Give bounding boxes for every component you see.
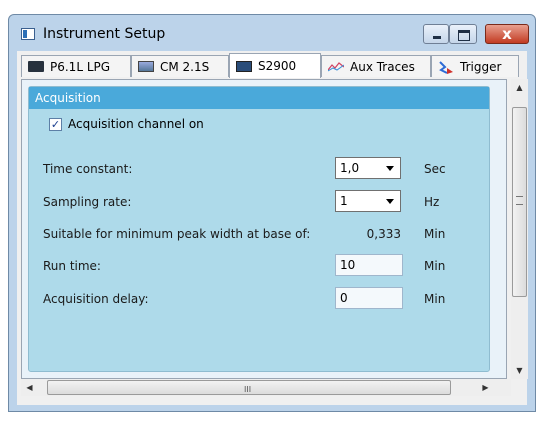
acquisition-header: Acquisition (29, 87, 489, 109)
run-time-unit: Min (424, 259, 446, 273)
time-constant-unit: Sec (424, 162, 446, 176)
time-constant-label: Time constant: (43, 162, 133, 176)
run-time-input[interactable]: 10 (335, 254, 403, 276)
close-icon: x (502, 25, 512, 43)
tab-label: CM 2.1S (160, 59, 210, 74)
time-constant-select[interactable]: 1,0 (335, 157, 401, 179)
detector-icon (236, 60, 252, 72)
acquisition-delay-input[interactable]: 0 (335, 287, 403, 309)
device-icon (28, 61, 44, 72)
client-area: P6.1L LPG CM 2.1S S2900 Aux Traces Trigg… (17, 51, 528, 405)
tab-trigger[interactable]: Trigger (431, 55, 519, 77)
peak-width-label: Suitable for minimum peak width at base … (43, 227, 311, 241)
peak-width-unit: Min (424, 227, 446, 241)
tab-aux-traces[interactable]: Aux Traces (321, 55, 431, 77)
module-icon (138, 61, 154, 72)
scroll-right-icon[interactable]: ▶ (477, 379, 494, 396)
grip-label: III (244, 385, 252, 394)
time-constant-value: 1,0 (340, 161, 360, 175)
sampling-rate-label: Sampling rate: (43, 195, 132, 209)
sampling-rate-select[interactable]: 1 (335, 190, 401, 212)
scroll-down-icon[interactable]: ▼ (511, 362, 528, 379)
scroll-up-icon[interactable]: ▲ (511, 79, 528, 96)
tab-strip: P6.1L LPG CM 2.1S S2900 Aux Traces Trigg… (17, 51, 527, 81)
sampling-rate-unit: Hz (424, 195, 440, 209)
window-title: Instrument Setup (43, 26, 166, 42)
acquisition-delay-value: 0 (340, 291, 348, 305)
chevron-down-icon (386, 199, 394, 204)
sampling-rate-value: 1 (340, 194, 348, 208)
scroll-left-icon[interactable]: ◀ (21, 379, 38, 396)
acquisition-channel-on-row[interactable]: ✓ Acquisition channel on (49, 117, 204, 131)
grip-icon (516, 196, 523, 205)
vertical-scrollbar[interactable]: ▲ ▼ (511, 79, 528, 379)
app-icon (21, 28, 35, 40)
run-time-label: Run time: (43, 259, 101, 273)
tab-label: S2900 (258, 59, 297, 73)
acquisition-group: Acquisition ✓ Acquisition channel on Tim… (28, 86, 490, 372)
tab-p61l-lpg[interactable]: P6.1L LPG (21, 55, 131, 77)
tab-label: Trigger (460, 59, 502, 74)
tab-cm-21s[interactable]: CM 2.1S (131, 55, 229, 77)
chevron-down-icon (386, 166, 394, 171)
acquisition-delay-label: Acquisition delay: (43, 292, 149, 306)
tab-label: P6.1L LPG (50, 59, 111, 74)
trigger-icon (438, 61, 454, 74)
minimize-button[interactable] (423, 24, 449, 44)
acquisition-channel-label: Acquisition channel on (68, 117, 204, 131)
tab-label: Aux Traces (350, 59, 415, 74)
tab-s2900[interactable]: S2900 (229, 53, 321, 78)
horizontal-scroll-thumb[interactable]: III (47, 380, 451, 395)
instrument-setup-window: Instrument Setup x P6.1L LPG CM 2.1S S29… (8, 14, 536, 412)
vertical-scroll-thumb[interactable] (512, 107, 527, 297)
peak-width-value: 0,333 (366, 227, 401, 241)
acquisition-delay-unit: Min (424, 292, 446, 306)
close-button[interactable]: x (485, 24, 529, 44)
acquisition-channel-checkbox[interactable]: ✓ (49, 117, 62, 131)
maximize-button[interactable] (449, 24, 477, 44)
run-time-value: 10 (340, 258, 356, 272)
tab-page-s2900: Acquisition ✓ Acquisition channel on Tim… (21, 79, 507, 379)
horizontal-scrollbar[interactable]: ◀ III ▶ (21, 379, 511, 396)
traces-icon (327, 61, 345, 72)
title-bar[interactable]: Instrument Setup x (9, 15, 535, 51)
